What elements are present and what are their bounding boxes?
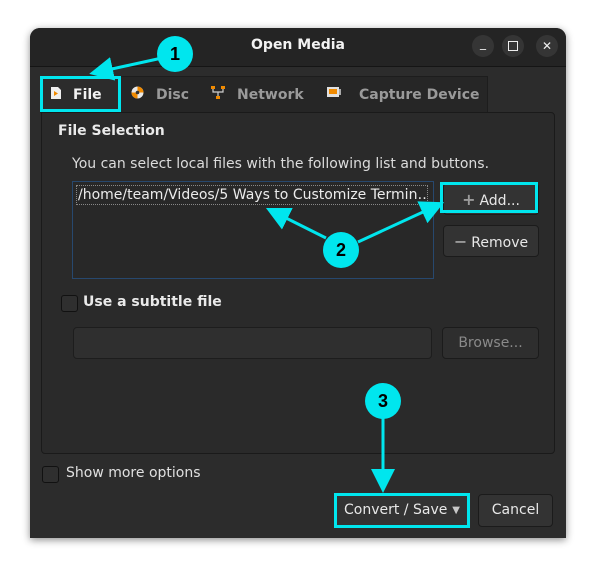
minus-icon: − bbox=[453, 232, 468, 251]
tab-disc[interactable]: Disc bbox=[131, 77, 189, 113]
browse-button[interactable]: Browse... bbox=[442, 327, 539, 359]
file-selection-heading: File Selection bbox=[58, 123, 165, 139]
file-selection-description: You can select local files with the foll… bbox=[72, 156, 490, 172]
maximize-icon bbox=[508, 40, 518, 51]
cancel-button[interactable]: Cancel bbox=[478, 494, 553, 527]
minimize-button[interactable]: _ bbox=[472, 35, 494, 57]
subtitle-checkbox[interactable] bbox=[61, 295, 78, 312]
annotation-highlight-file-tab bbox=[40, 76, 121, 112]
show-more-options-label[interactable]: Show more options bbox=[66, 465, 201, 481]
network-icon bbox=[211, 77, 225, 113]
tab-network-label: Network bbox=[237, 87, 304, 103]
disc-icon bbox=[131, 77, 144, 113]
tab-capture-device[interactable]: Capture Device bbox=[327, 77, 480, 113]
tab-disc-label: Disc bbox=[156, 87, 190, 103]
file-list[interactable]: /home/team/Videos/5 Ways to Customize Te… bbox=[72, 181, 434, 279]
annotation-callout-2: 2 bbox=[323, 232, 359, 268]
tab-capture-device-label: Capture Device bbox=[359, 87, 480, 103]
close-icon: ✕ bbox=[541, 39, 553, 53]
minimize-icon: _ bbox=[480, 36, 486, 50]
capture-device-icon bbox=[327, 77, 341, 113]
subtitle-path-field[interactable] bbox=[73, 327, 432, 359]
remove-button[interactable]: − Remove bbox=[443, 225, 539, 257]
annotation-highlight-add-button bbox=[440, 182, 538, 213]
file-list-item[interactable]: /home/team/Videos/5 Ways to Customize Te… bbox=[76, 185, 428, 205]
tab-network[interactable]: Network bbox=[211, 77, 304, 113]
annotation-callout-3: 3 bbox=[365, 383, 401, 419]
file-tab-panel: File Selection You can select local file… bbox=[41, 112, 555, 454]
maximize-button[interactable] bbox=[502, 35, 524, 57]
close-button[interactable]: ✕ bbox=[536, 35, 558, 57]
annotation-callout-1: 1 bbox=[157, 36, 193, 72]
remove-button-label: Remove bbox=[471, 235, 529, 251]
show-more-options-checkbox[interactable] bbox=[42, 466, 59, 483]
subtitle-label[interactable]: Use a subtitle file bbox=[83, 294, 222, 310]
title-bar: Open Media _ ✕ bbox=[30, 28, 566, 67]
annotation-highlight-convert-button bbox=[334, 493, 470, 528]
